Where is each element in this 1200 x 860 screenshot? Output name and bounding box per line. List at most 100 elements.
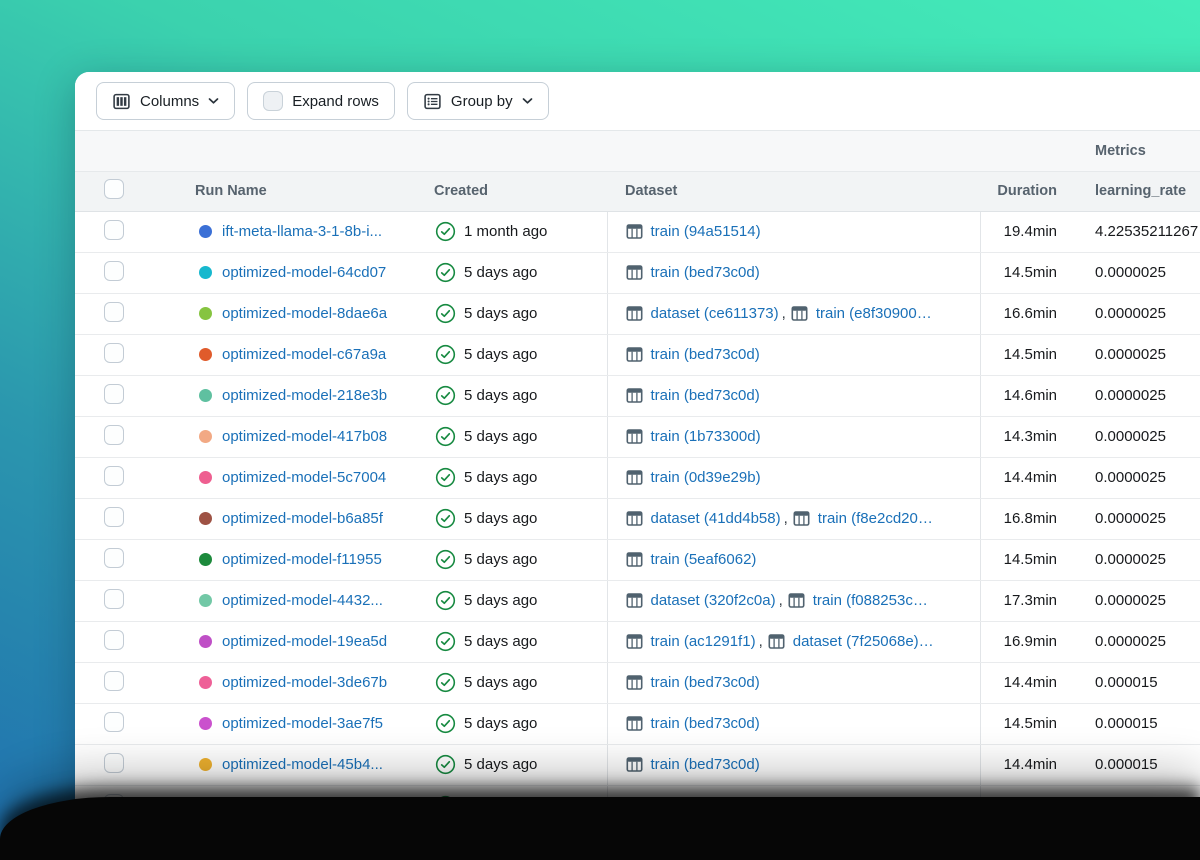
learning-rate-cell: 0.0000025 bbox=[1065, 498, 1200, 540]
row-checkbox[interactable] bbox=[104, 711, 124, 732]
dataset-link[interactable]: train (bed73c0d) bbox=[651, 387, 760, 404]
col-header-run-name[interactable]: Run Name bbox=[185, 171, 424, 212]
run-name-link[interactable]: optimized-model-5c7004 bbox=[222, 469, 386, 486]
run-name-cell: ift-meta-llama-3-1-8b-i... bbox=[185, 211, 424, 253]
dataset-cell: train (ac1291f1), dataset (7f25068e)… bbox=[606, 621, 981, 663]
select-all-checkbox[interactable] bbox=[104, 179, 124, 199]
dataset-link[interactable]: train (0d39e29b) bbox=[651, 469, 761, 486]
row-checkbox[interactable] bbox=[104, 342, 124, 363]
column-header-row: Run Name Created Dataset Duration learni… bbox=[75, 171, 1200, 212]
dataset-cell: train (bed73c0d) bbox=[606, 252, 981, 294]
run-name-link[interactable]: optimized-model-4432... bbox=[222, 592, 383, 609]
run-name-link[interactable]: optimized-model-417b08 bbox=[222, 428, 387, 445]
run-color-dot bbox=[199, 635, 212, 648]
row-checkbox[interactable] bbox=[104, 506, 124, 527]
dataset-link[interactable]: dataset (320f2c0a) bbox=[651, 592, 776, 609]
learning-rate-cell: 0.0000025 bbox=[1065, 252, 1200, 294]
run-name-cell: optimized-model-4432... bbox=[185, 580, 424, 622]
chevron-down-icon bbox=[522, 97, 533, 105]
row-checkbox[interactable] bbox=[104, 424, 124, 445]
dataset-link[interactable]: train (bed73c0d) bbox=[651, 674, 760, 691]
group-by-button[interactable]: Group by bbox=[406, 82, 549, 120]
run-name-link[interactable]: optimized-model-3ae7f5 bbox=[222, 715, 383, 732]
check-circle-icon bbox=[435, 713, 456, 734]
run-name-link[interactable]: ift-meta-llama-3-1-8b-i... bbox=[222, 223, 382, 240]
created-text: 5 days ago bbox=[464, 264, 538, 281]
duration-cell: 19.4min bbox=[980, 211, 1065, 253]
row-select-cell bbox=[75, 539, 185, 581]
run-name-link[interactable]: optimized-model-3de67b bbox=[222, 674, 387, 691]
dataset-link[interactable]: dataset (7f25068e)… bbox=[793, 633, 934, 650]
dataset-link[interactable]: train (5eaf6062) bbox=[651, 551, 757, 568]
row-checkbox[interactable] bbox=[104, 547, 124, 568]
dataset-cell: dataset (320f2c0a), train (f088253c… bbox=[606, 580, 981, 622]
row-checkbox[interactable] bbox=[104, 670, 124, 691]
row-checkbox[interactable] bbox=[104, 383, 124, 404]
run-name-cell: optimized-model-c67a9a bbox=[185, 334, 424, 376]
run-name-link[interactable]: optimized-model-f11955 bbox=[222, 551, 382, 568]
dataset-link[interactable]: train (94a51514) bbox=[651, 223, 761, 240]
col-header-dataset[interactable]: Dataset bbox=[607, 171, 980, 212]
row-select-cell bbox=[75, 293, 185, 335]
learning-rate-cell: 0.000015 bbox=[1065, 744, 1200, 786]
check-circle-icon bbox=[435, 631, 456, 652]
learning-rate-cell: 0.0000025 bbox=[1065, 375, 1200, 417]
dataset-link[interactable]: train (bed73c0d) bbox=[651, 346, 760, 363]
row-checkbox[interactable] bbox=[104, 465, 124, 486]
dataset-link[interactable]: dataset (ce611373) bbox=[651, 305, 779, 322]
duration-cell: 14.5min bbox=[980, 252, 1065, 294]
run-name-link[interactable]: optimized-model-19ea5d bbox=[222, 633, 387, 650]
created-cell: 5 days ago bbox=[424, 498, 607, 540]
dataset-cell: train (bed73c0d) bbox=[606, 662, 981, 704]
created-text: 5 days ago bbox=[464, 715, 538, 732]
col-header-duration[interactable]: Duration bbox=[980, 171, 1065, 212]
metrics-group-row: Metrics bbox=[75, 131, 1200, 172]
row-checkbox[interactable] bbox=[104, 301, 124, 322]
columns-button[interactable]: Columns bbox=[96, 82, 236, 120]
dataset-link[interactable]: train (f8e2cd20… bbox=[818, 510, 933, 527]
run-name-link[interactable]: optimized-model-64cd07 bbox=[222, 264, 386, 281]
table-icon bbox=[625, 756, 643, 773]
run-name-link[interactable]: optimized-model-b6a85f bbox=[222, 510, 383, 527]
dataset-link[interactable]: train (ac1291f1) bbox=[651, 633, 756, 650]
row-checkbox[interactable] bbox=[104, 588, 124, 609]
expand-rows-button[interactable]: Expand rows bbox=[247, 82, 395, 120]
table-icon bbox=[625, 264, 643, 281]
table-icon bbox=[625, 387, 643, 404]
run-name-cell: optimized-model-8dae6a bbox=[185, 293, 424, 335]
run-name-link[interactable]: optimized-model-45b4... bbox=[222, 756, 383, 773]
dataset-cell: train (bed73c0d) bbox=[606, 334, 981, 376]
dataset-link[interactable]: dataset (41dd4b58) bbox=[651, 510, 781, 527]
expand-rows-label: Expand rows bbox=[292, 92, 379, 110]
row-checkbox[interactable] bbox=[104, 219, 124, 240]
dataset-link[interactable]: train (e8f30900… bbox=[816, 305, 932, 322]
duration-cell: 14.4min bbox=[980, 744, 1065, 786]
duration-cell: 14.3min bbox=[980, 416, 1065, 458]
duration-cell: 14.5min bbox=[980, 703, 1065, 745]
row-select-cell bbox=[75, 211, 185, 253]
dataset-link[interactable]: train (bed73c0d) bbox=[651, 264, 760, 281]
run-name-link[interactable]: optimized-model-c67a9a bbox=[222, 346, 386, 363]
run-name-link[interactable]: optimized-model-8dae6a bbox=[222, 305, 387, 322]
check-circle-icon bbox=[435, 672, 456, 693]
created-cell: 5 days ago bbox=[424, 744, 607, 786]
created-text: 5 days ago bbox=[464, 387, 538, 404]
expand-rows-checkbox[interactable] bbox=[263, 91, 284, 111]
col-header-created[interactable]: Created bbox=[424, 171, 607, 212]
learning-rate-cell: 4.22535211267 bbox=[1065, 211, 1200, 253]
dataset-link[interactable]: train (1b73300d) bbox=[651, 428, 761, 445]
dataset-link[interactable]: train (f088253c… bbox=[813, 592, 928, 609]
row-checkbox[interactable] bbox=[104, 260, 124, 281]
row-checkbox[interactable] bbox=[104, 752, 124, 773]
dataset-link[interactable]: train (bed73c0d) bbox=[651, 756, 760, 773]
row-checkbox[interactable] bbox=[104, 629, 124, 650]
run-color-dot bbox=[199, 594, 212, 607]
run-name-cell: optimized-model-3de67b bbox=[185, 662, 424, 704]
check-circle-icon bbox=[435, 385, 456, 406]
learning-rate-cell: 0.0000025 bbox=[1065, 621, 1200, 663]
col-header-learning-rate[interactable]: learning_rate bbox=[1065, 171, 1200, 212]
run-name-link[interactable]: optimized-model-218e3b bbox=[222, 387, 387, 404]
dataset-link[interactable]: train (bed73c0d) bbox=[651, 715, 760, 732]
created-text: 5 days ago bbox=[464, 305, 538, 322]
run-color-dot bbox=[199, 348, 212, 361]
